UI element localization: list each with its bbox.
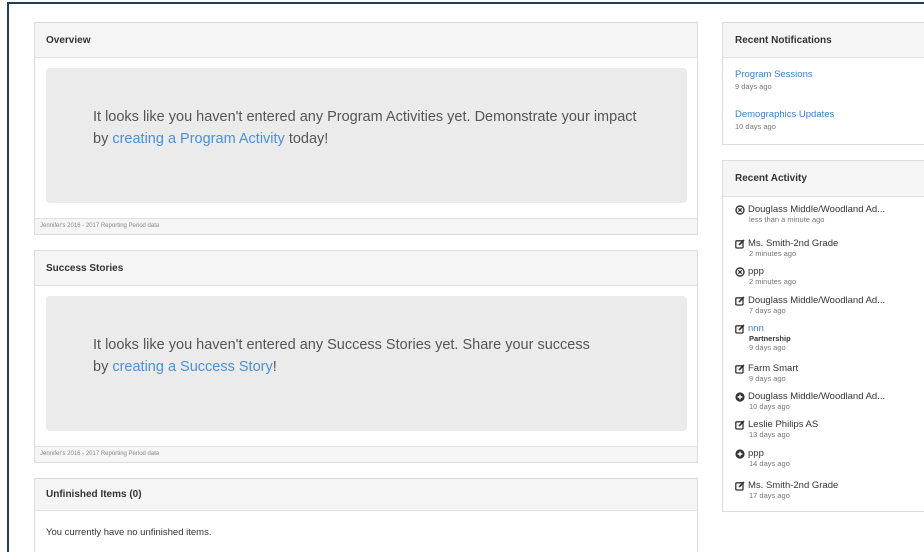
circle-x-icon <box>734 204 745 215</box>
activity-label[interactable]: Douglass Middle/Woodland Ad... <box>748 204 885 215</box>
unfinished-items-panel: Unfinished Items (0) You currently have … <box>34 478 698 552</box>
recent-notifications-title: Recent Notifications <box>723 23 924 58</box>
success-stories-panel: Success Stories It looks like you haven'… <box>34 250 698 463</box>
success-empty-suffix: ! <box>272 359 277 375</box>
success-empty-box: It looks like you haven't entered any Su… <box>46 296 687 431</box>
overview-empty-suffix: today! <box>284 131 329 147</box>
edit-icon <box>734 480 745 491</box>
activity-item[interactable]: Leslie Philips AS 13 days ago <box>734 419 924 439</box>
circle-x-icon <box>734 266 745 277</box>
activity-label[interactable]: Douglass Middle/Woodland Ad... <box>748 391 885 402</box>
activity-item[interactable]: ppp 2 minutes ago <box>734 266 924 286</box>
activity-item[interactable]: Farm Smart 9 days ago <box>734 363 924 383</box>
edit-icon <box>734 238 745 249</box>
edit-icon <box>734 295 745 306</box>
activity-label[interactable]: Ms. Smith-2nd Grade <box>748 480 838 491</box>
activity-time: 2 minutes ago <box>749 277 797 286</box>
activity-time: 13 days ago <box>749 430 790 439</box>
success-stories-title: Success Stories <box>35 251 697 286</box>
activity-label[interactable]: ppp <box>748 266 764 277</box>
edit-icon <box>734 323 745 334</box>
overview-empty-box: It looks like you haven't entered any Pr… <box>46 68 687 203</box>
notification-item[interactable]: Demographics Updates 10 days ago <box>735 109 834 131</box>
overview-title: Overview <box>35 23 697 58</box>
activity-item[interactable]: Douglass Middle/Woodland Ad... 7 days ag… <box>734 295 924 315</box>
notification-time: 9 days ago <box>735 82 772 91</box>
activity-time: less than a minute ago <box>749 215 825 224</box>
activity-time: 14 days ago <box>749 459 790 468</box>
notification-time: 10 days ago <box>735 122 776 131</box>
activity-time: 17 days ago <box>749 491 790 500</box>
recent-activity-panel: Recent Activity Douglass Middle/Woodland… <box>722 160 924 512</box>
notification-item[interactable]: Program Sessions 9 days ago <box>735 69 813 91</box>
activity-time: 7 days ago <box>749 306 786 315</box>
edit-icon <box>734 419 745 430</box>
activity-time: 2 minutes ago <box>749 249 797 258</box>
activity-time: 9 days ago <box>749 374 786 383</box>
activity-label[interactable]: nnn <box>748 323 764 334</box>
notification-title[interactable]: Demographics Updates <box>735 109 834 120</box>
activity-label[interactable]: Ms. Smith-2nd Grade <box>748 238 838 249</box>
activity-item[interactable]: ppp 14 days ago <box>734 448 924 468</box>
activity-item[interactable]: nnn Partnership 9 days ago <box>734 323 924 352</box>
recent-notifications-panel: Recent Notifications Program Sessions 9 … <box>722 22 924 145</box>
plus-circle-icon <box>734 391 745 402</box>
activity-item[interactable]: Ms. Smith-2nd Grade 2 minutes ago <box>734 238 924 258</box>
activity-item[interactable]: Ms. Smith-2nd Grade 17 days ago <box>734 480 924 500</box>
recent-activity-title: Recent Activity <box>723 161 924 197</box>
plus-circle-icon <box>734 448 745 459</box>
activity-label[interactable]: Douglass Middle/Woodland Ad... <box>748 295 885 306</box>
activity-label[interactable]: Leslie Philips AS <box>748 419 818 430</box>
notification-title[interactable]: Program Sessions <box>735 69 813 80</box>
success-empty-message: It looks like you haven't entered any Su… <box>93 334 603 378</box>
activity-time: 9 days ago <box>749 343 786 352</box>
unfinished-items-title: Unfinished Items (0) <box>35 479 697 511</box>
success-footer: Jennifer's 2016 - 2017 Reporting Period … <box>35 446 697 462</box>
activity-label[interactable]: Farm Smart <box>748 363 798 374</box>
create-success-story-link[interactable]: creating a Success Story <box>112 359 272 375</box>
edit-icon <box>734 363 745 374</box>
create-program-activity-link[interactable]: creating a Program Activity <box>112 131 284 147</box>
activity-time: 10 days ago <box>749 402 790 411</box>
unfinished-items-message: You currently have no unfinished items. <box>46 527 212 538</box>
overview-empty-message: It looks like you haven't entered any Pr… <box>93 106 638 150</box>
activity-label[interactable]: ppp <box>748 448 764 459</box>
overview-footer: Jennifer's 2016 - 2017 Reporting Period … <box>35 218 697 234</box>
activity-item[interactable]: Douglass Middle/Woodland Ad... 10 days a… <box>734 391 924 411</box>
overview-panel: Overview It looks like you haven't enter… <box>34 22 698 235</box>
activity-subtitle: Partnership <box>749 334 791 343</box>
activity-item[interactable]: Douglass Middle/Woodland Ad... less than… <box>734 204 924 224</box>
